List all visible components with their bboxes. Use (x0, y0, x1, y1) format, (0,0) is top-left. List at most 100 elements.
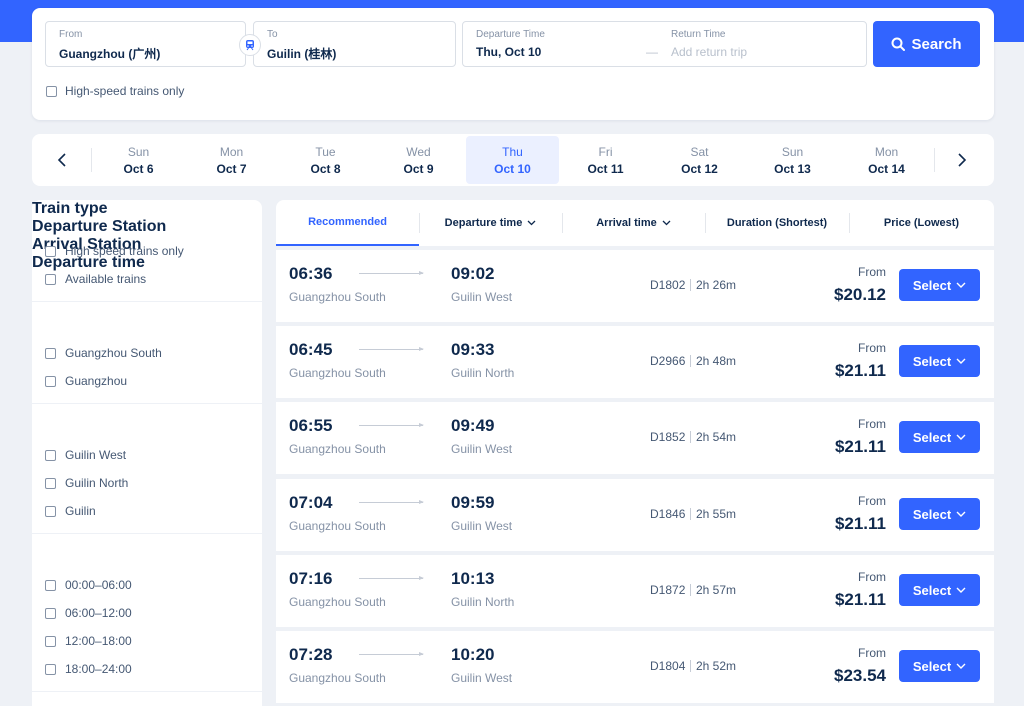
checkbox-box[interactable] (45, 607, 56, 619)
filter-option-label: High speed trains only (65, 244, 184, 258)
select-button[interactable]: Select (899, 269, 980, 301)
date-value: Oct 12 (681, 162, 718, 176)
return-placeholder[interactable]: Add return trip (671, 45, 747, 59)
trip-duration: 2h 48m (696, 354, 737, 368)
train-number: D1846 (650, 507, 686, 521)
select-button[interactable]: Select (899, 574, 980, 606)
swap-train-icon (246, 40, 254, 51)
date-option[interactable]: Mon Oct 7 (185, 136, 278, 184)
date-option[interactable]: Mon Oct 14 (840, 136, 933, 184)
filter-option[interactable]: 12:00–18:00 (45, 634, 132, 648)
filter-option[interactable]: Guilin North (45, 476, 128, 490)
date-option[interactable]: Tue Oct 8 (279, 136, 372, 184)
filter-option[interactable]: Available trains (45, 272, 146, 286)
checkbox-box[interactable] (45, 347, 56, 359)
train-result[interactable]: 06:55 Guangzhou South 09:49 Guilin West … (276, 402, 994, 474)
filter-option[interactable]: Guilin (45, 504, 96, 518)
filter-option[interactable]: 06:00–12:00 (45, 606, 132, 620)
filter-option[interactable]: 00:00–06:00 (45, 578, 132, 592)
from-value: Guangzhou (广州) (59, 47, 161, 61)
trip-duration: 2h 26m (696, 278, 737, 292)
checkbox-box[interactable] (45, 375, 56, 387)
filter-option[interactable]: Guangzhou South (45, 346, 162, 360)
arrival-time: 09:49 (451, 416, 495, 435)
date-option[interactable]: Wed Oct 9 (372, 136, 465, 184)
arrival-time: 10:20 (451, 645, 495, 664)
price: $21.11 (834, 514, 886, 533)
trip-duration: 2h 57m (696, 583, 737, 597)
date-value: Oct 13 (774, 162, 811, 176)
checkbox-box[interactable] (45, 635, 56, 647)
departure-time: 07:04 (289, 493, 333, 512)
sort-tab-arrival-time[interactable]: Arrival time (562, 200, 705, 246)
filter-option-label: 12:00–18:00 (65, 634, 132, 648)
arrival-time: 09:33 (451, 340, 495, 359)
train-result[interactable]: 07:16 Guangzhou South 10:13 Guilin North… (276, 555, 994, 627)
to-field[interactable]: To Guilin (桂林) (253, 21, 456, 67)
divider (32, 533, 262, 534)
search-button-label: Search (911, 35, 962, 53)
arrival-station: Guilin North (451, 595, 515, 609)
sort-tab-price[interactable]: Price (Lowest) (849, 200, 994, 246)
checkbox-box[interactable] (45, 273, 56, 285)
departure-station: Guangzhou South (289, 290, 386, 304)
checkbox-box[interactable] (45, 245, 56, 257)
sort-tab-recommended[interactable]: Recommended (276, 200, 419, 246)
train-result[interactable]: 06:45 Guangzhou South 09:33 Guilin North… (276, 326, 994, 398)
date-option[interactable]: Sun Oct 13 (746, 136, 839, 184)
chevron-down-icon (956, 282, 966, 288)
checkbox-box[interactable] (45, 663, 56, 675)
search-button[interactable]: Search (873, 21, 980, 67)
divider (690, 508, 691, 520)
chevron-down-icon (956, 663, 966, 669)
train-number: D1804 (650, 659, 686, 673)
route-arrow (359, 576, 424, 580)
date-day: Fri (598, 145, 613, 159)
filter-option[interactable]: High speed trains only (45, 244, 184, 258)
filter-title-departure-station: Departure Station (32, 218, 167, 235)
date-option[interactable]: Fri Oct 11 (559, 136, 652, 184)
date-option[interactable]: Sun Oct 6 (92, 136, 185, 184)
checkbox-box[interactable] (46, 85, 57, 97)
price: $20.12 (834, 285, 886, 304)
next-dates-button[interactable] (950, 148, 974, 172)
route-arrow (359, 347, 424, 351)
select-button[interactable]: Select (899, 650, 980, 682)
checkbox-box[interactable] (45, 505, 56, 517)
filter-title-train-type: Train type (32, 200, 108, 217)
price-from-label: From (858, 341, 886, 355)
departure-label: Departure Time (476, 29, 545, 40)
date-option-selected[interactable]: Thu Oct 10 (466, 136, 559, 184)
checkbox-box[interactable] (45, 449, 56, 461)
checkbox-box[interactable] (45, 477, 56, 489)
select-button[interactable]: Select (899, 345, 980, 377)
train-result[interactable]: 07:28 Guangzhou South 10:20 Guilin West … (276, 631, 994, 703)
high-speed-checkbox[interactable]: High-speed trains only (46, 84, 184, 98)
swap-button[interactable] (239, 34, 261, 56)
arrival-station: Guilin North (451, 366, 515, 380)
train-number: D1852 (650, 430, 686, 444)
select-button[interactable]: Select (899, 498, 980, 530)
sort-tab-label: Duration (Shortest) (726, 217, 828, 229)
prev-dates-button[interactable] (50, 148, 74, 172)
filter-option[interactable]: Guilin West (45, 448, 126, 462)
departure-time: 06:45 (289, 340, 333, 359)
arrival-time: 09:59 (451, 493, 495, 512)
sort-tab-departure-time[interactable]: Departure time (419, 200, 562, 246)
filter-option[interactable]: 18:00–24:00 (45, 662, 132, 676)
filter-option[interactable]: Guangzhou (45, 374, 127, 388)
arrival-station: Guilin West (451, 519, 513, 533)
price: $23.54 (834, 666, 886, 685)
from-field[interactable]: From Guangzhou (广州) (45, 21, 246, 67)
select-button[interactable]: Select (899, 421, 980, 453)
date-option[interactable]: Sat Oct 12 (653, 136, 746, 184)
date-field[interactable]: Departure Time Thu, Oct 10 Return Time —… (462, 21, 867, 67)
date-day: Mon (874, 145, 899, 159)
checkbox-box[interactable] (45, 579, 56, 591)
divider (32, 403, 262, 404)
train-result[interactable]: 06:36 Guangzhou South 09:02 Guilin West … (276, 250, 994, 322)
trip-duration: 2h 54m (696, 430, 737, 444)
train-result[interactable]: 07:04 Guangzhou South 09:59 Guilin West … (276, 479, 994, 551)
sort-tab-duration[interactable]: Duration (Shortest) (705, 200, 849, 246)
filter-option-label: Guilin (65, 504, 96, 518)
